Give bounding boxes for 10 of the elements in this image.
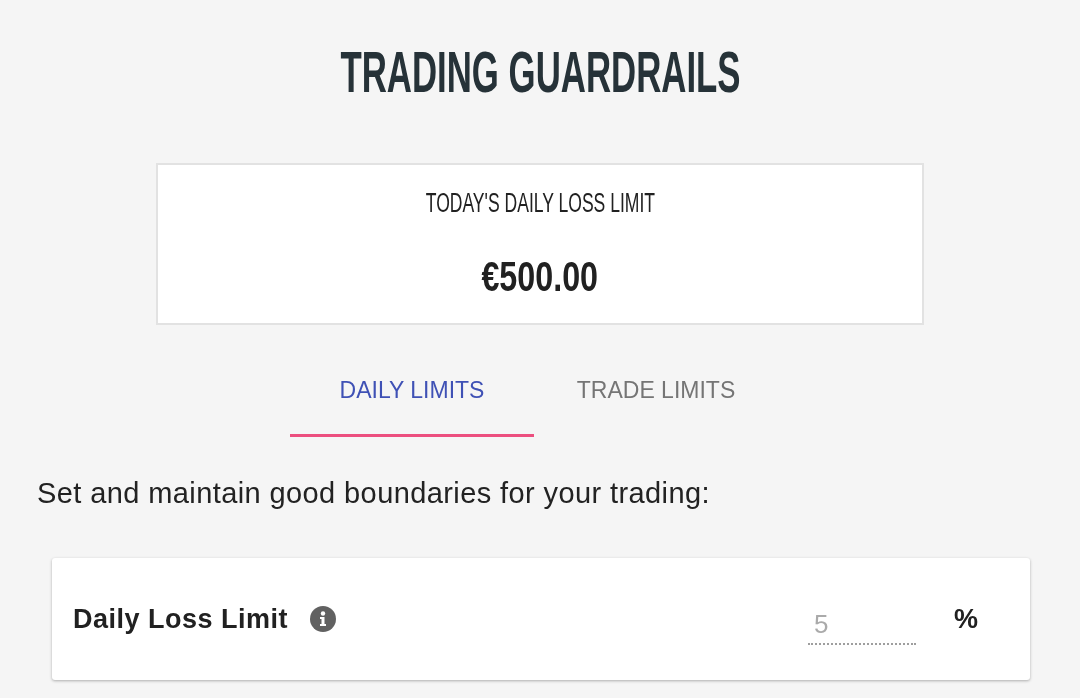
tab[interactable]: TRADE LIMITS (534, 345, 778, 437)
info-icon[interactable] (310, 606, 337, 632)
page-title: TRADING GUARDRAILS (339, 38, 741, 106)
intro-text: Set and maintain good boundaries for your trading: (36, 477, 711, 509)
unit-label: % (954, 602, 978, 636)
summary-label: TODAY'S DAILY LOSS LIMIT (425, 187, 655, 219)
tab[interactable]: DAILY LIMITS (290, 345, 534, 437)
setting-label: Daily Loss Limit (73, 602, 289, 636)
percent-input[interactable]: 5 (808, 605, 916, 645)
summary-amount: €500.00 (481, 251, 599, 301)
